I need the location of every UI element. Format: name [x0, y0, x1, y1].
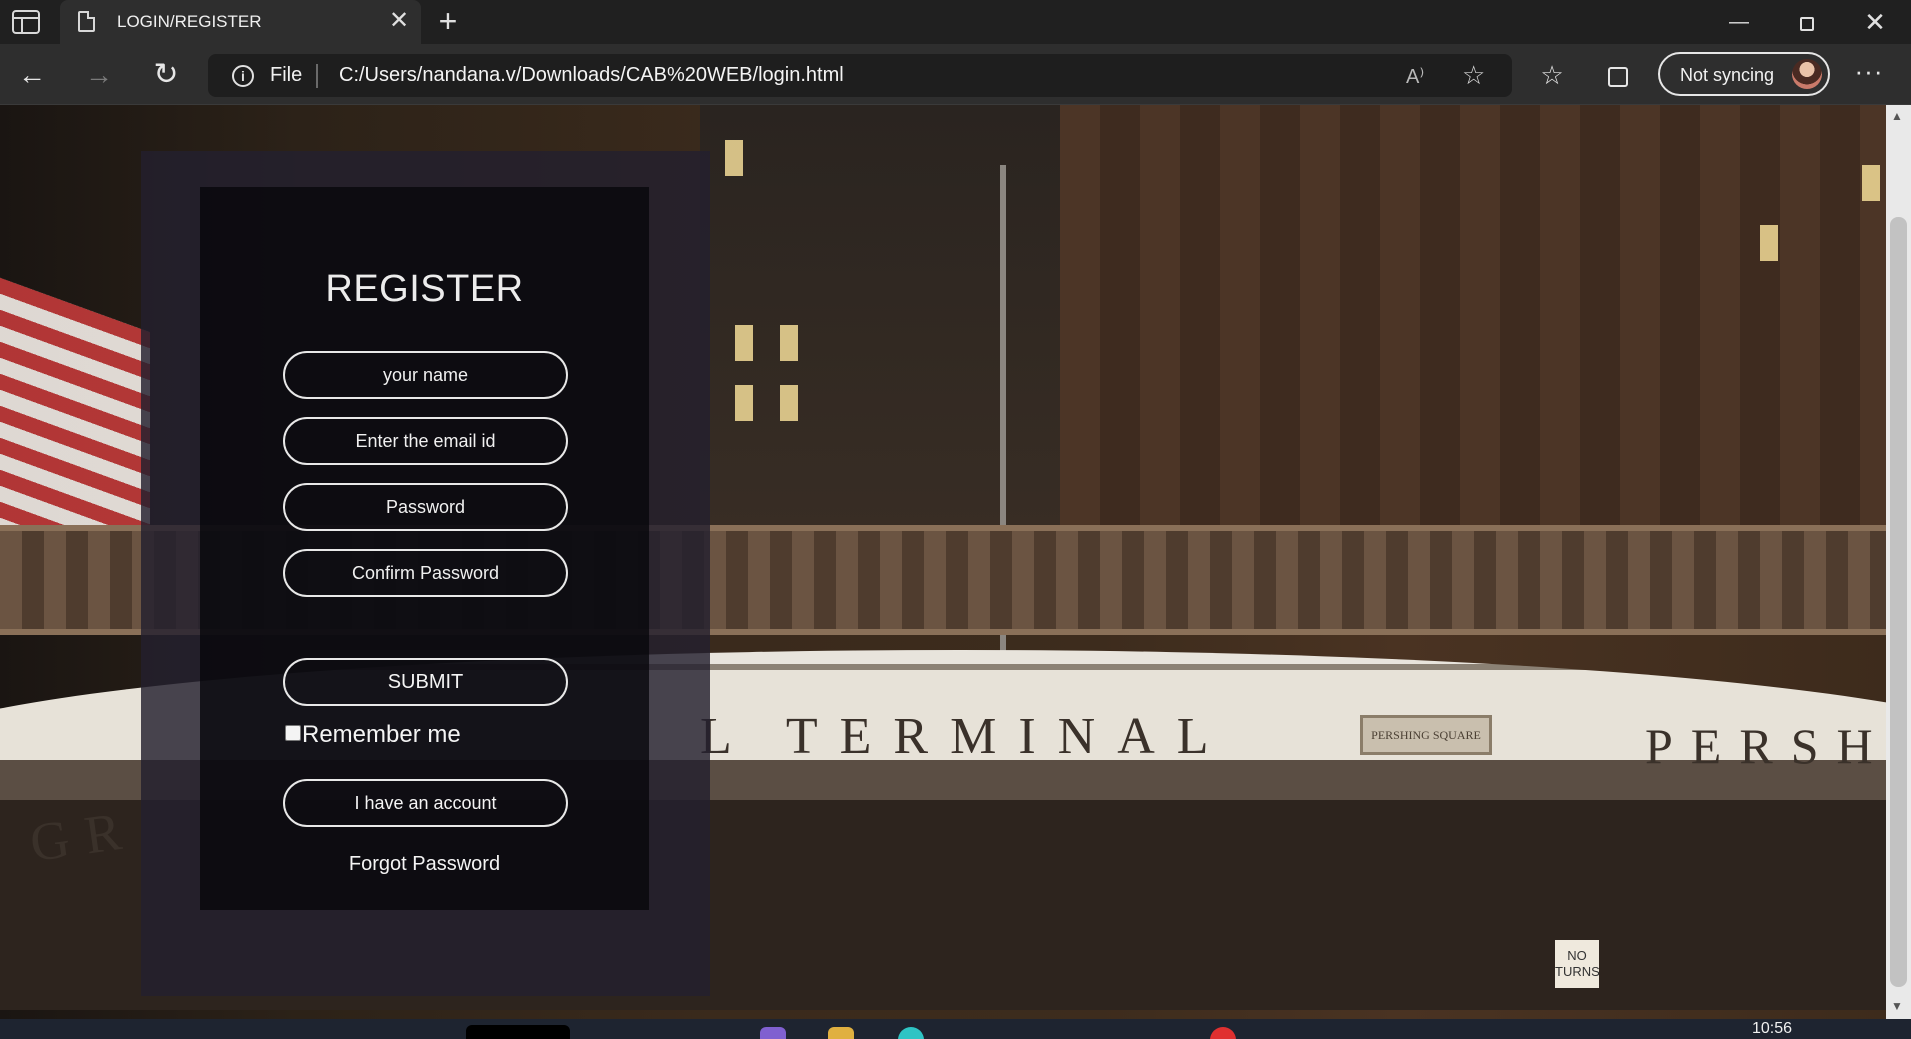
street-lamp — [1000, 165, 1006, 725]
os-taskbar: 10:56 — [0, 1019, 1911, 1039]
tab-bar: LOGIN/REGISTER ✕ + — ✕ — [0, 0, 1911, 44]
page-viewport: L TERMINAL PERSH GR PERSHING SQUARE NO T… — [0, 105, 1886, 1019]
tab-close-icon[interactable]: ✕ — [386, 8, 412, 34]
lit-window — [735, 325, 753, 361]
no-turns-sign: NO TURNS — [1555, 940, 1600, 988]
scroll-up-icon[interactable]: ▲ — [1891, 109, 1903, 123]
close-window-button[interactable]: ✕ — [1855, 6, 1895, 38]
restore-button[interactable] — [1787, 6, 1827, 38]
page-scrollbar[interactable]: ▲ ▼ — [1886, 105, 1911, 1019]
reload-icon[interactable]: ↻ — [147, 56, 185, 94]
tab-actions-icon[interactable] — [12, 10, 40, 34]
app-icon[interactable] — [1210, 1027, 1236, 1039]
info-icon[interactable]: i — [232, 65, 254, 87]
new-tab-button[interactable]: + — [432, 5, 464, 38]
avatar — [1792, 59, 1822, 89]
lit-window — [780, 385, 798, 421]
lit-window — [725, 140, 743, 176]
collections-icon[interactable] — [1599, 56, 1637, 94]
remember-checkbox[interactable] — [285, 725, 301, 741]
address-separator — [316, 64, 318, 88]
read-aloud-icon[interactable]: A⁾ — [1406, 64, 1424, 89]
terminal-inscription: L TERMINAL — [700, 708, 1231, 765]
teams-icon[interactable] — [760, 1027, 786, 1039]
minimize-button[interactable]: — — [1719, 6, 1759, 38]
email-input[interactable] — [283, 417, 568, 465]
profile-button[interactable]: Not syncing — [1658, 52, 1830, 96]
tab-title: LOGIN/REGISTER — [117, 12, 262, 31]
scroll-down-icon[interactable]: ▼ — [1891, 999, 1903, 1013]
taskbar-search[interactable] — [466, 1025, 570, 1039]
pershing-square-plaque: PERSHING SQUARE — [1360, 715, 1492, 755]
lit-window — [735, 385, 753, 421]
browser-tab[interactable]: LOGIN/REGISTER ✕ — [60, 0, 421, 44]
favorites-icon[interactable]: ☆ — [1533, 56, 1571, 94]
confirm-password-input[interactable] — [283, 549, 568, 597]
lit-window — [1760, 225, 1778, 261]
edge-icon[interactable] — [898, 1027, 924, 1039]
profile-label: Not syncing — [1680, 65, 1775, 85]
back-arrow-icon[interactable]: ← — [13, 56, 51, 94]
taskbar-clock: 10:56 — [1752, 1020, 1793, 1037]
url-text[interactable]: C:/Users/nandana.v/Downloads/CAB%20WEB/l… — [339, 64, 844, 87]
more-menu-icon[interactable]: ··· — [1850, 56, 1888, 94]
document-icon — [78, 11, 95, 32]
lit-window — [1862, 165, 1880, 201]
restore-icon — [1800, 17, 1814, 31]
address-prefix: File — [270, 64, 303, 86]
remember-label: Remember me — [302, 721, 461, 748]
scroll-thumb[interactable] — [1890, 217, 1907, 987]
browser-toolbar: ← → ↻ i File C:/Users/nandana.v/Download… — [0, 44, 1911, 105]
submit-button[interactable]: SUBMIT — [283, 658, 568, 706]
forward-arrow-icon[interactable]: → — [80, 56, 118, 94]
lit-window — [780, 325, 798, 361]
page-title: REGISTER — [325, 268, 524, 310]
add-favorite-icon[interactable]: ☆ — [1462, 60, 1485, 91]
forgot-password-link[interactable]: Forgot Password — [200, 853, 649, 876]
file-explorer-icon[interactable] — [828, 1027, 854, 1039]
password-input[interactable] — [283, 483, 568, 531]
address-bar[interactable]: i File C:/Users/nandana.v/Downloads/CAB%… — [208, 54, 1512, 97]
persh-inscription: PERSH — [1645, 718, 1886, 774]
have-account-button[interactable]: I have an account — [283, 779, 568, 827]
name-input[interactable] — [283, 351, 568, 399]
